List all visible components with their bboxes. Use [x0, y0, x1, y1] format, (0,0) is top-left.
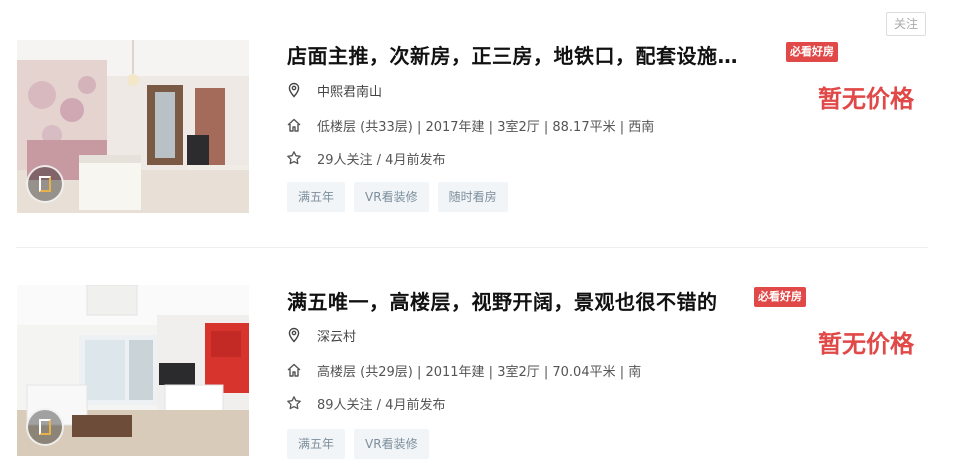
follow-info: 89人关注 / 4月前发布 [317, 397, 446, 413]
tag: 满五年 [287, 429, 346, 459]
community-name[interactable]: 深云村 [317, 326, 356, 345]
follow-info-row: 89人关注 / 4月前发布 [286, 393, 445, 413]
tag: VR看装修 [354, 429, 429, 459]
listing-card[interactable]: 满五唯一，高楼层，视野开阔，景观也很不错的 必看好房 暂无价格 深云村 高楼层 … [0, 0, 968, 459]
house-info: 高楼层 (共29层) | 2011年建 | 3室2厅 | 70.04平米 | 南 [317, 364, 642, 380]
house-icon [287, 363, 301, 377]
community-row: 深云村 [286, 325, 356, 345]
price: 暂无价格 [818, 330, 914, 358]
listing-divider [16, 247, 928, 248]
house-info-row: 高楼层 (共29层) | 2011年建 | 3室2厅 | 70.04平米 | 南 [286, 360, 641, 380]
listing-photo[interactable] [17, 285, 249, 456]
star-icon [287, 396, 301, 410]
vr-3d-icon[interactable] [26, 408, 64, 446]
must-see-badge: 必看好房 [754, 287, 806, 307]
tag-list: 满五年 VR看装修 [287, 429, 429, 459]
listing-title[interactable]: 满五唯一，高楼层，视野开阔，景观也很不错的 [287, 286, 718, 315]
location-pin-icon [288, 327, 300, 343]
